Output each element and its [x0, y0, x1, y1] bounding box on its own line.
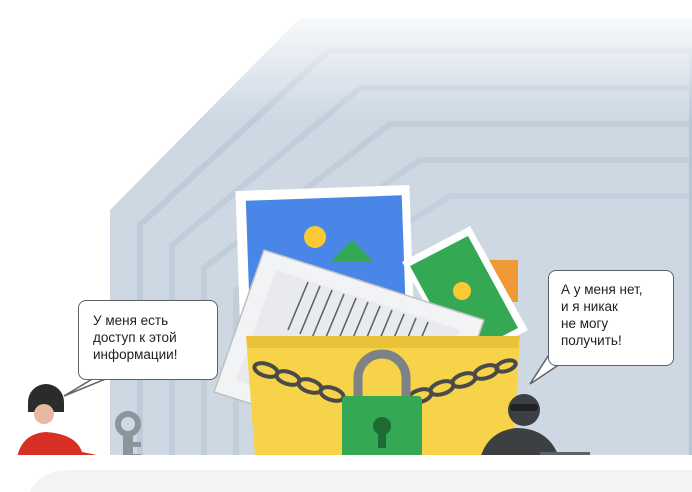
bubble-left-line-1: У меня есть — [93, 313, 169, 328]
bubble-right-line-2: и я никак — [561, 299, 618, 314]
speech-bubble-right: А у меня нет, и я никак не могу получить… — [548, 270, 674, 366]
illustration-art — [0, 0, 692, 492]
speech-bubble-left: У меня есть доступ к этой информации! — [78, 300, 218, 380]
bubble-right-line-4: получить! — [561, 333, 622, 348]
illustration: У меня есть доступ к этой информации! А … — [0, 0, 692, 492]
bubble-right-line-3: не могу — [561, 316, 609, 331]
bubble-left-line-3: информации! — [93, 347, 178, 362]
bubble-left-line-2: доступ к этой — [93, 330, 177, 345]
bubble-right-line-1: А у меня нет, — [561, 282, 643, 297]
